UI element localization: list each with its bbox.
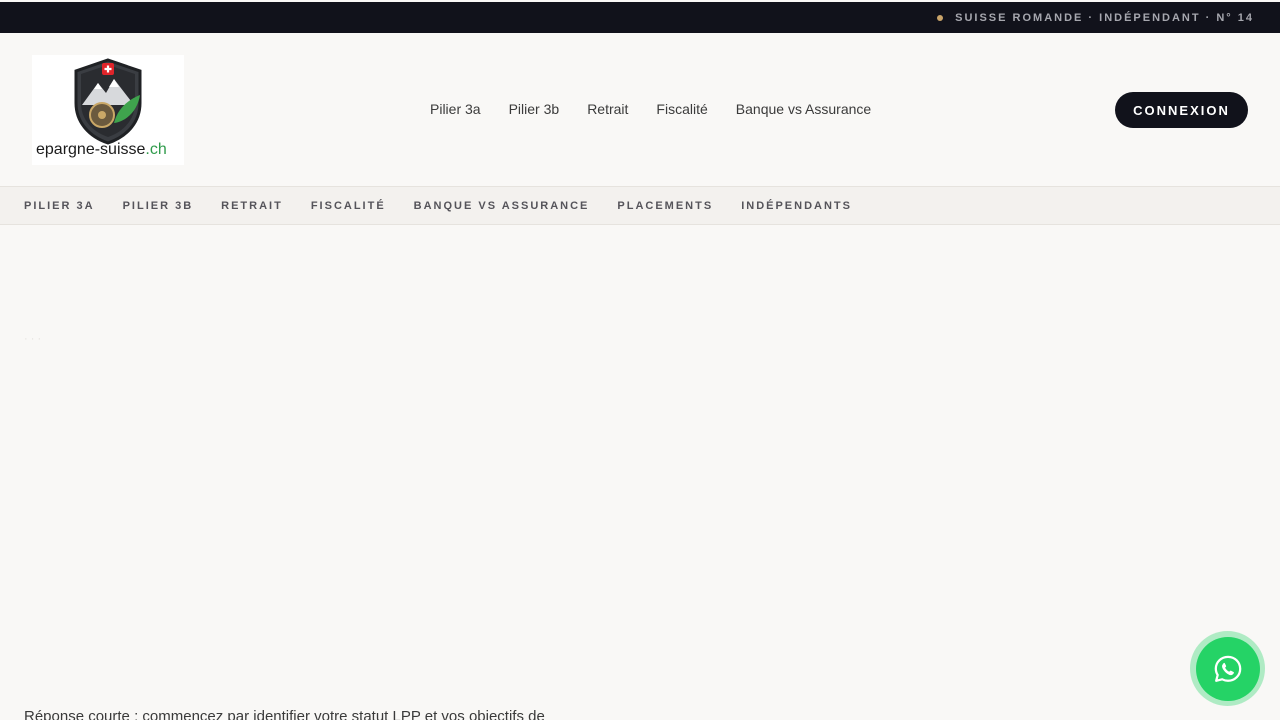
nav-link-pilier-3a[interactable]: Pilier 3a (430, 101, 481, 117)
login-button[interactable]: CONNEXION (1115, 92, 1248, 128)
category-navigation: PILIER 3A PILIER 3B RETRAIT FISCALITÉ BA… (0, 186, 1280, 225)
main-navigation: Pilier 3a Pilier 3b Retrait Fiscalité Ba… (430, 101, 871, 117)
logo-wordmark: epargne-suisse.ch (36, 141, 167, 158)
subnav-link-placements[interactable]: PLACEMENTS (617, 200, 713, 212)
subnav-link-pilier-3a[interactable]: PILIER 3A (24, 200, 95, 212)
short-answer-text: Réponse courte : commencez par identifie… (24, 708, 545, 720)
status-dot (937, 14, 944, 21)
whatsapp-icon (1214, 655, 1241, 682)
nav-link-pilier-3b[interactable]: Pilier 3b (509, 101, 560, 117)
whatsapp-button-inner (1195, 636, 1260, 701)
nav-link-fiscalite[interactable]: Fiscalité (656, 101, 707, 117)
loading-placeholder: · · · (24, 333, 42, 345)
subnav-link-retrait[interactable]: RETRAIT (221, 200, 283, 212)
shield-mountain-logo-icon (74, 58, 142, 145)
nav-link-retrait[interactable]: Retrait (587, 101, 628, 117)
whatsapp-chat-button[interactable] (1190, 631, 1265, 706)
nav-link-banque-vs-assurance[interactable]: Banque vs Assurance (736, 101, 871, 117)
subnav-link-banque-vs-assurance[interactable]: BANQUE VS ASSURANCE (414, 200, 590, 212)
site-logo[interactable]: epargne-suisse.ch (32, 55, 184, 165)
top-announcement-bar: SUISSE ROMANDE · INDÉPENDANT · N° 14 (0, 2, 1280, 33)
site-header: epargne-suisse.ch Pilier 3a Pilier 3b Re… (0, 33, 1280, 186)
subnav-link-pilier-3b[interactable]: PILIER 3B (123, 200, 194, 212)
topbar-tagline: SUISSE ROMANDE · INDÉPENDANT · N° 14 (955, 11, 1254, 24)
subnav-link-independants[interactable]: INDÉPENDANTS (741, 200, 852, 212)
subnav-link-fiscalite[interactable]: FISCALITÉ (311, 200, 386, 212)
